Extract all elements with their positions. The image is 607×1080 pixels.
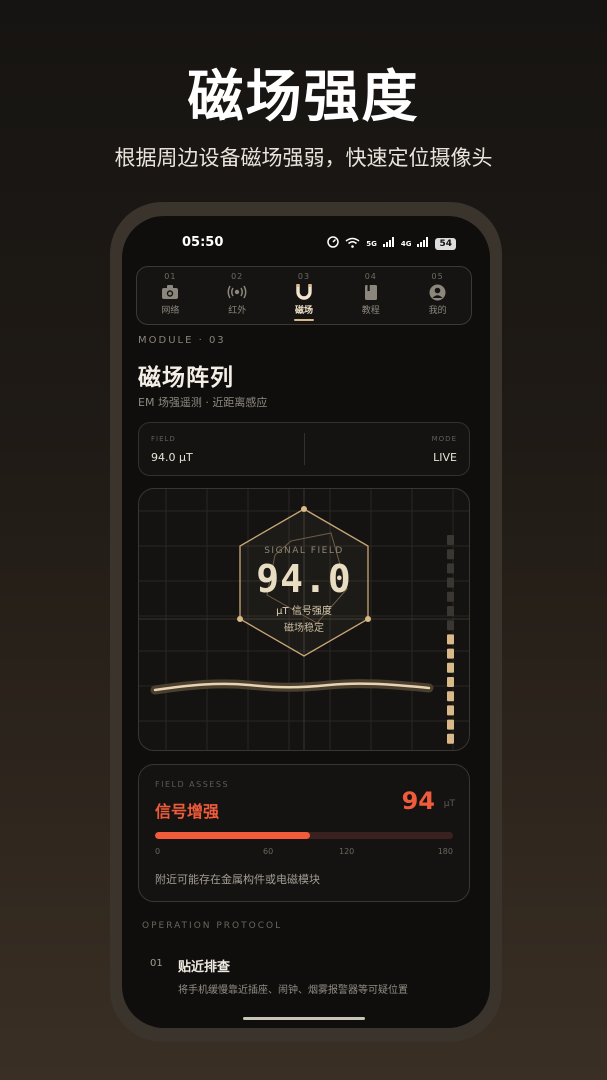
level-bar-lit [447, 634, 454, 645]
field-assess-card: FIELD ASSESS 信号增强 94 μT 0 60 120 180 附近可… [138, 764, 470, 902]
assess-title: 信号增强 [155, 802, 220, 821]
assess-progress-fill [155, 832, 310, 839]
assess-ticks: 0 60 120 180 [155, 847, 453, 859]
tab-label: 红外 [228, 306, 247, 316]
speedometer-icon [327, 236, 339, 251]
protocol-label: OPERATION PROTOCOL [142, 921, 283, 931]
signal-bars-icon [382, 237, 395, 250]
signal-status: 磁场稳定 [284, 623, 324, 634]
module-subtitle: EM 场强遥测 · 近距离感应 [138, 396, 268, 409]
magnet-icon [295, 283, 313, 301]
tab-network[interactable]: 01 网络 [137, 267, 204, 324]
assess-label: FIELD ASSESS [155, 780, 230, 789]
level-bar-lit [447, 733, 454, 744]
tick-label: 60 [263, 847, 274, 856]
level-bar-lit [447, 719, 454, 730]
active-tab-underline [293, 319, 314, 321]
tab-infrared[interactable]: 02 红外 [204, 267, 271, 324]
signal-unit: μT 信号强度 [276, 606, 332, 617]
promo-title: 磁场强度 [187, 65, 420, 130]
tick-label: 0 [155, 847, 161, 856]
status-icons: 5G 4G 54 [327, 236, 456, 251]
user-icon [429, 283, 446, 301]
tab-number: 05 [431, 272, 444, 281]
tab-magnetic[interactable]: 03 磁场 [271, 267, 338, 324]
level-bar-lit [447, 705, 454, 716]
level-bar-lit [447, 648, 454, 659]
tick-label: 120 [339, 847, 355, 856]
module-tabbar: 01 网络 02 红外 03 磁场 04 教程 05 我的 [136, 266, 472, 325]
home-indicator[interactable] [243, 1017, 365, 1020]
level-bar-lit [447, 662, 454, 673]
protocol-step-title: 贴近排查 [178, 960, 231, 975]
signal-label: SIGNAL FIELD [264, 546, 344, 556]
tab-label: 网络 [161, 306, 180, 316]
tab-number: 03 [297, 272, 311, 281]
level-bar-unlit [447, 535, 454, 545]
status-time: 05:50 [182, 235, 224, 250]
mode-label: MODE [431, 435, 457, 443]
tab-profile[interactable]: 05 我的 [404, 267, 471, 324]
tab-label: 我的 [428, 306, 447, 316]
assess-note: 附近可能存在金属构件或电磁模块 [155, 873, 320, 886]
tab-number: 04 [364, 272, 377, 281]
infrared-icon [227, 283, 247, 301]
field-mode-card: FIELD 94.0 μT MODE LIVE [138, 422, 470, 476]
tab-tutorial[interactable]: 04 教程 [337, 267, 404, 324]
card-divider [304, 433, 305, 465]
protocol-step-number: 01 [150, 958, 163, 969]
signal-value: 94.0 [256, 557, 352, 601]
tab-label: 磁场 [294, 306, 313, 316]
phone-screen: 05:50 5G 4G 54 01 网络 02 红外 03 磁场 04 教程 0… [122, 216, 490, 1028]
signal-field-visualizer: SIGNAL FIELD 94.0 μT 信号强度 磁场稳定 [138, 488, 470, 751]
signal-bars-icon-2 [417, 237, 429, 250]
assess-value: 94 [401, 787, 435, 815]
network-4g-label: 4G [400, 239, 412, 248]
field-label: FIELD [151, 435, 176, 443]
phone-frame: 05:50 5G 4G 54 01 网络 02 红外 03 磁场 04 教程 0… [110, 202, 502, 1042]
tick-label: 180 [437, 847, 453, 856]
module-label: MODULE · 03 [138, 335, 226, 346]
protocol-step-desc: 将手机缓慢靠近插座、闹钟、烟雾报警器等可疑位置 [178, 985, 408, 996]
camera-icon [161, 283, 179, 301]
tab-number: 01 [164, 272, 177, 281]
level-bar-lit [447, 691, 454, 702]
assess-unit: μT [443, 799, 455, 809]
assess-progress-bar [155, 832, 453, 839]
battery-indicator: 54 [435, 237, 456, 250]
promo-subtitle: 根据周边设备磁场强弱，快速定位摄像头 [114, 146, 493, 170]
module-title: 磁场阵列 [138, 365, 234, 391]
mode-value: LIVE [433, 451, 457, 464]
wifi-icon [345, 237, 360, 251]
level-bar-lit [447, 677, 454, 687]
book-icon [363, 283, 379, 301]
tab-number: 02 [231, 272, 244, 281]
tab-label: 教程 [361, 306, 380, 316]
field-value: 94.0 μT [151, 451, 193, 464]
network-5g-label: 5G [366, 239, 377, 248]
